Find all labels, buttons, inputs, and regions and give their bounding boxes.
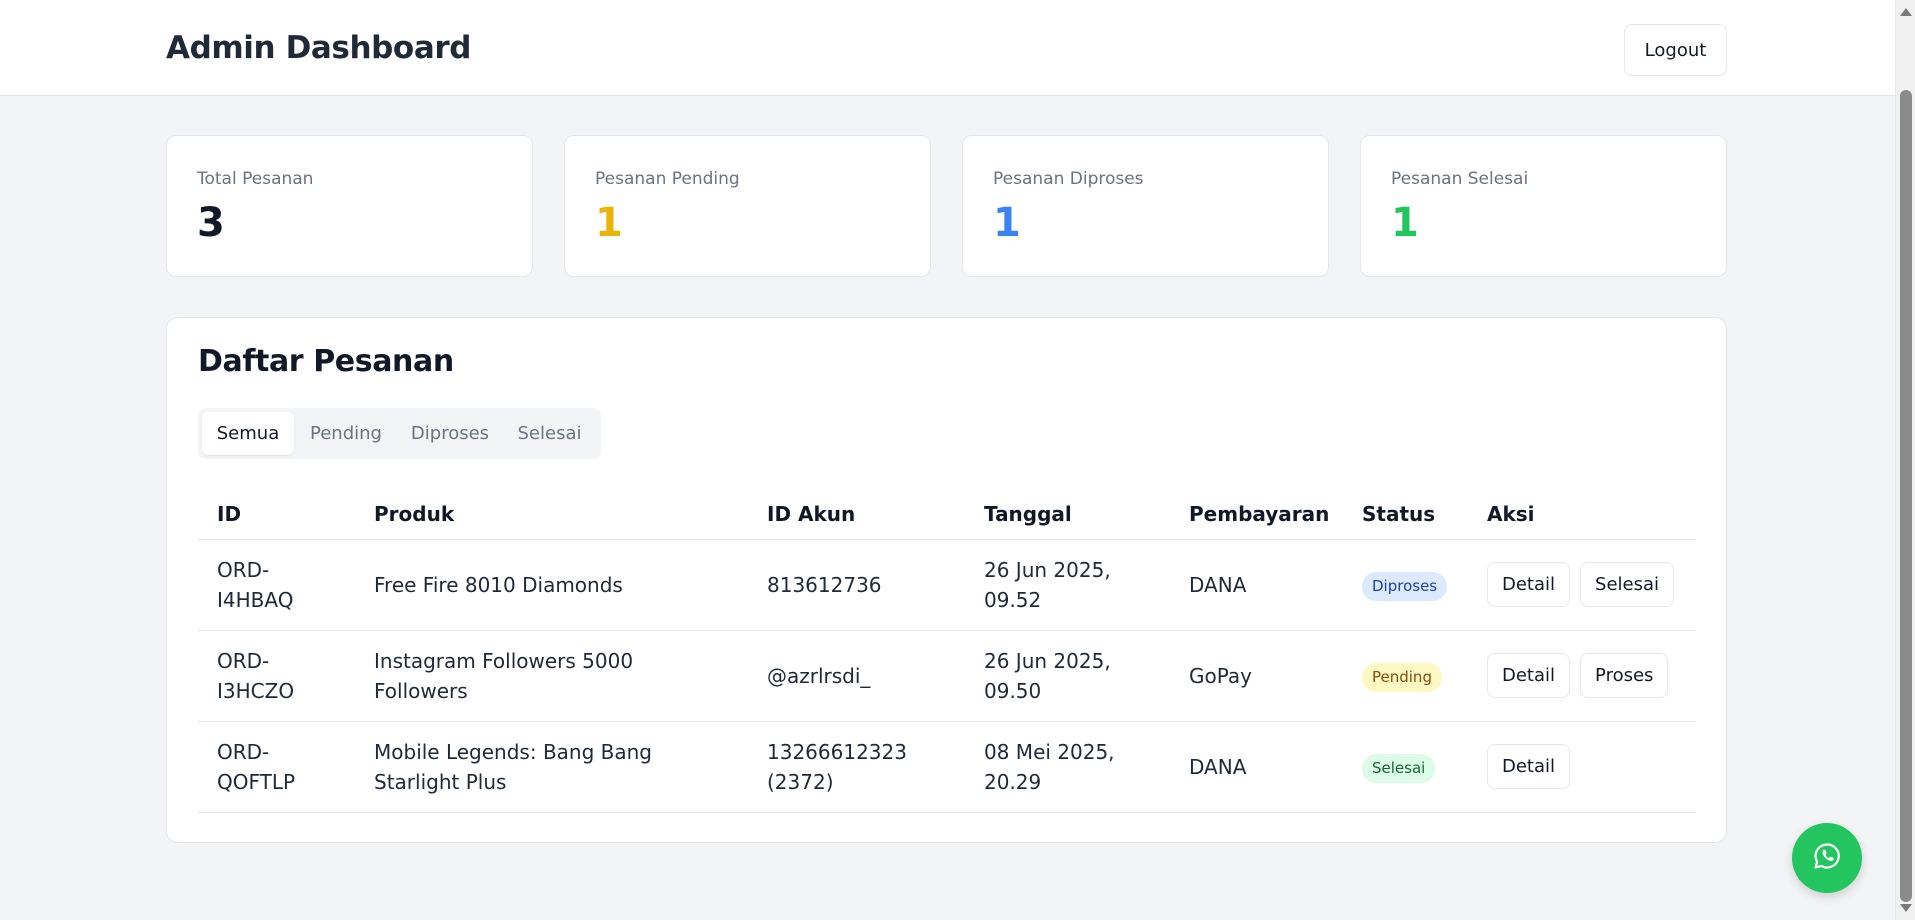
row-actions: Detail [1487, 744, 1677, 789]
scroll-up-arrow-icon[interactable] [1900, 8, 1912, 16]
stat-card-pending: Pesanan Pending 1 [564, 135, 931, 277]
complete-button[interactable]: Selesai [1580, 562, 1675, 607]
date-line: 26 Jun 2025, [984, 557, 1111, 582]
tab-diproses[interactable]: Diproses [398, 412, 502, 455]
detail-button[interactable]: Detail [1487, 653, 1571, 698]
row-actions: Detail Selesai [1487, 562, 1677, 607]
table-row: ORD- I4HBAQ Free Fire 8010 Diamonds 81361… [198, 539, 1696, 631]
product-cell: Mobile Legends: Bang Bang Starlight Plus [355, 721, 748, 813]
status-badge: Pending [1362, 662, 1442, 692]
order-id-line: ORD- [217, 739, 270, 764]
actions-cell: Detail [1468, 721, 1696, 813]
date-line: 26 Jun 2025, [984, 648, 1111, 673]
stat-label: Pesanan Selesai [1391, 169, 1529, 189]
stat-label: Pesanan Pending [595, 169, 740, 189]
account-id-line: (2372) [767, 769, 834, 794]
date-line: 20.29 [984, 769, 1042, 794]
stat-value: 1 [993, 200, 1021, 246]
payment-cell: DANA [1170, 539, 1343, 631]
orders-title: Daftar Pesanan [198, 344, 454, 379]
stat-label: Pesanan Diproses [993, 169, 1144, 189]
stat-label: Total Pesanan [197, 169, 314, 189]
product-line: Free Fire 8010 Diamonds [374, 572, 623, 597]
stat-card-completed: Pesanan Selesai 1 [1360, 135, 1727, 277]
product-line: Starlight Plus [374, 769, 507, 794]
table-row: ORD- I3HCZO Instagram Followers 5000 Follo… [198, 630, 1696, 722]
column-header: Pembayaran [1170, 489, 1343, 540]
table-row: ORD- QOFTLP Mobile Legends: Bang Bang Star… [198, 721, 1696, 813]
detail-button[interactable]: Detail [1487, 744, 1571, 789]
order-id-cell: ORD- QOFTLP [198, 721, 355, 813]
order-id-cell: ORD- I3HCZO [198, 630, 355, 722]
top-navbar: Admin Dashboard Logout [0, 0, 1895, 96]
table-header-row: ID Produk ID Akun Tanggal Pembayaran Sta… [198, 489, 1696, 540]
whatsapp-icon [1811, 840, 1843, 876]
payment-cell: GoPay [1170, 630, 1343, 722]
admin-page: Admin Dashboard Logout Total Pesanan 3 P… [0, 0, 1895, 920]
order-id-line: QOFTLP [217, 769, 296, 794]
stat-value: 1 [1391, 200, 1419, 246]
account-id-line: 813612736 [767, 572, 882, 597]
stat-value: 3 [197, 200, 225, 246]
account-id-cell: 13266612323 (2372) [748, 721, 965, 813]
order-id-cell: ORD- I4HBAQ [198, 539, 355, 631]
orders-table: ID Produk ID Akun Tanggal Pembayaran Sta… [198, 489, 1696, 813]
stat-card-total: Total Pesanan 3 [166, 135, 533, 277]
stat-card-processing: Pesanan Diproses 1 [962, 135, 1329, 277]
scroll-down-arrow-icon[interactable] [1900, 904, 1912, 912]
order-id-line: I3HCZO [217, 678, 295, 703]
actions-cell: Detail Proses [1468, 630, 1696, 722]
date-line: 09.50 [984, 678, 1042, 703]
order-id-line: I4HBAQ [217, 587, 294, 612]
actions-cell: Detail Selesai [1468, 539, 1696, 631]
product-line: Mobile Legends: Bang Bang [374, 739, 652, 764]
row-actions: Detail Proses [1487, 653, 1677, 698]
status-badge: Diproses [1362, 571, 1448, 601]
tab-pending[interactable]: Pending [294, 412, 398, 455]
account-id-cell: @azrlrsdi_ [748, 630, 965, 722]
orders-card: Daftar Pesanan Semua Pending Diproses Se… [166, 317, 1727, 843]
column-header: Produk [355, 489, 748, 540]
logout-button[interactable]: Logout [1624, 24, 1727, 76]
tab-semua[interactable]: Semua [202, 412, 294, 455]
whatsapp-chat-button[interactable] [1792, 823, 1862, 893]
account-id-line: 13266612323 [767, 739, 907, 764]
status-cell: Pending [1343, 630, 1468, 722]
column-header: ID Akun [748, 489, 965, 540]
product-line: Followers [374, 678, 468, 703]
account-id-line: @azrlrsdi_ [767, 663, 871, 688]
date-line: 09.52 [984, 587, 1042, 612]
date-cell: 26 Jun 2025, 09.52 [965, 539, 1170, 631]
order-id-line: ORD- [217, 648, 270, 673]
page-title: Admin Dashboard [166, 30, 472, 66]
payment-cell: DANA [1170, 721, 1343, 813]
detail-button[interactable]: Detail [1487, 562, 1571, 607]
date-line: 08 Mei 2025, [984, 739, 1115, 764]
column-header: ID [198, 489, 355, 540]
process-button[interactable]: Proses [1580, 653, 1669, 698]
stat-value: 1 [595, 200, 623, 246]
column-header: Tanggal [965, 489, 1170, 540]
column-header: Aksi [1468, 489, 1696, 540]
status-cell: Selesai [1343, 721, 1468, 813]
tab-selesai[interactable]: Selesai [502, 412, 597, 455]
page-scrollbar[interactable] [1895, 0, 1915, 920]
scrollbar-thumb[interactable] [1900, 90, 1912, 902]
status-filter-tabs: Semua Pending Diproses Selesai [198, 408, 601, 459]
column-header: Status [1343, 489, 1468, 540]
product-cell: Instagram Followers 5000 Followers [355, 630, 748, 722]
product-line: Instagram Followers 5000 [374, 648, 634, 673]
order-id-line: ORD- [217, 557, 270, 582]
status-cell: Diproses [1343, 539, 1468, 631]
status-badge: Selesai [1362, 753, 1436, 783]
date-cell: 08 Mei 2025, 20.29 [965, 721, 1170, 813]
date-cell: 26 Jun 2025, 09.50 [965, 630, 1170, 722]
account-id-cell: 813612736 [748, 539, 965, 631]
product-cell: Free Fire 8010 Diamonds [355, 539, 748, 631]
